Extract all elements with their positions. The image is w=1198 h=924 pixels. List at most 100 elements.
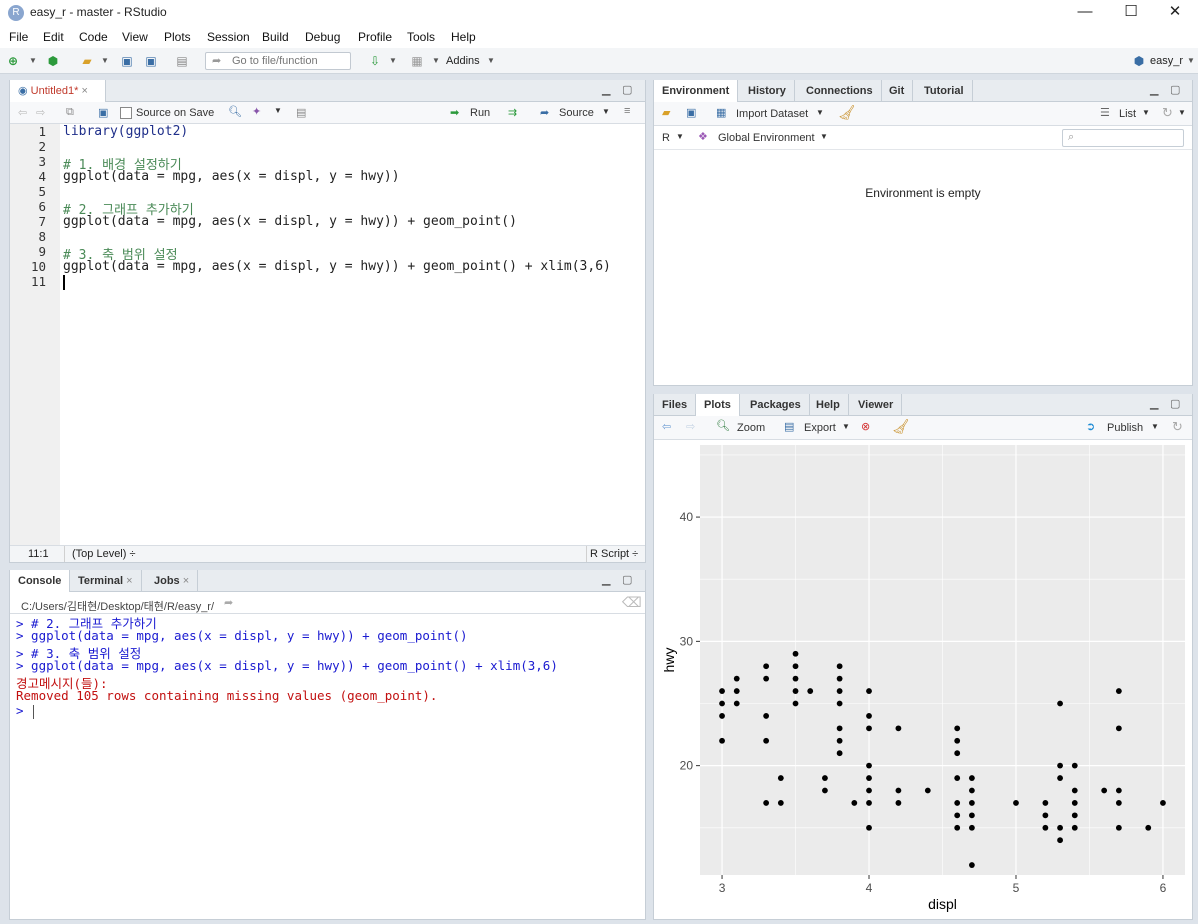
new-project-icon[interactable]: ⬢ — [46, 54, 60, 68]
tab-git[interactable]: Git — [881, 80, 914, 102]
next-plot-icon[interactable]: ⇨ — [686, 420, 695, 433]
chevron-down-icon[interactable]: ▼ — [820, 132, 828, 141]
menu-profile[interactable]: Profile — [358, 30, 392, 44]
maximize-pane-icon[interactable]: ▢ — [622, 83, 632, 96]
chevron-down-icon[interactable]: ▼ — [274, 106, 282, 115]
chevron-down-icon[interactable]: ▼ — [816, 108, 824, 117]
tab-console[interactable]: Console — [10, 570, 71, 593]
scope-selector[interactable]: Global Environment — [718, 132, 815, 144]
language-selector[interactable]: R — [662, 132, 670, 144]
search-icon[interactable]: 🔍︎ — [228, 105, 242, 118]
project-menu[interactable]: easy_r — [1150, 55, 1183, 67]
rerun-icon[interactable]: ⇉ — [508, 106, 517, 119]
minimize-pane-icon[interactable]: ▁ — [602, 573, 610, 586]
new-file-icon[interactable]: ⊕ — [6, 54, 20, 68]
minimize-pane-icon[interactable]: ▁ — [602, 83, 610, 96]
minimize-pane-icon[interactable]: ▁ — [1150, 397, 1158, 410]
back-arrow-icon[interactable]: ⇦ — [18, 106, 27, 119]
list-view-selector[interactable]: List — [1119, 108, 1136, 120]
tab-environment[interactable]: Environment — [654, 80, 739, 103]
source-button[interactable]: Source — [559, 107, 594, 119]
run-button[interactable]: Run — [470, 107, 490, 119]
refresh-icon[interactable]: ↻ — [1172, 419, 1183, 435]
tab-connections[interactable]: Connections — [798, 80, 882, 102]
source-on-save-checkbox[interactable] — [120, 107, 132, 119]
broom-icon[interactable]: 🧹︎ — [838, 104, 856, 121]
clear-console-icon[interactable]: ⌫ — [622, 594, 642, 611]
chevron-down-icon[interactable]: ▼ — [602, 107, 610, 116]
publish-button[interactable]: Publish — [1107, 422, 1143, 434]
tab-jobs[interactable]: Jobs × — [146, 570, 199, 592]
tab-files[interactable]: Files — [654, 394, 697, 416]
tab-help[interactable]: Help — [808, 394, 849, 416]
tab-untitled1[interactable]: ◉ Untitled1* × — [10, 80, 106, 103]
compile-report-icon[interactable]: ▤ — [296, 106, 306, 119]
addins-menu[interactable]: Addins — [446, 55, 480, 67]
maximize-pane-icon[interactable]: ▢ — [622, 573, 632, 586]
print-icon[interactable]: ▤ — [175, 54, 189, 68]
refresh-icon[interactable]: ↻ — [1162, 105, 1173, 121]
tab-terminal[interactable]: Terminal × — [70, 570, 142, 592]
tab-packages[interactable]: Packages — [742, 394, 810, 416]
document-outline-icon[interactable]: ≡ — [624, 105, 630, 117]
file-type-selector[interactable]: R Script ÷ — [590, 548, 638, 560]
save-icon[interactable]: ▣ — [120, 54, 134, 68]
menu-build[interactable]: Build — [262, 30, 289, 44]
save-workspace-icon[interactable]: ▣ — [686, 106, 696, 119]
menu-plots[interactable]: Plots — [164, 30, 191, 44]
close-tab-icon[interactable]: × — [81, 85, 87, 97]
tab-tutorial[interactable]: Tutorial — [916, 80, 973, 102]
tab-viewer[interactable]: Viewer — [850, 394, 903, 416]
chevron-down-icon[interactable]: ▼ — [429, 54, 443, 68]
broom-icon[interactable]: 🧹︎ — [892, 418, 910, 435]
menu-file[interactable]: File — [9, 30, 28, 44]
menu-help[interactable]: Help — [451, 30, 476, 44]
tab-plots[interactable]: Plots — [696, 394, 740, 417]
save-all-icon[interactable]: ▣ — [144, 54, 158, 68]
menu-code[interactable]: Code — [79, 30, 108, 44]
chevron-down-icon[interactable]: ▼ — [98, 54, 112, 68]
open-folder-icon[interactable]: ▰ — [80, 54, 94, 68]
load-workspace-icon[interactable]: ▰ — [662, 106, 670, 119]
grid-layout-icon[interactable]: ▦ — [410, 54, 424, 68]
menu-tools[interactable]: Tools — [407, 30, 435, 44]
close-window-button[interactable]: ✕ — [1152, 0, 1198, 26]
chevron-down-icon[interactable]: ▼ — [1178, 108, 1186, 117]
maximize-pane-icon[interactable]: ▢ — [1170, 83, 1180, 96]
forward-arrow-icon[interactable]: ⇨ — [36, 106, 45, 119]
show-in-window-icon[interactable]: ⧉ — [66, 106, 74, 119]
minimize-button[interactable]: — — [1062, 0, 1108, 26]
editor-pane — [9, 80, 646, 563]
remove-plot-icon[interactable]: ⊗ — [861, 420, 870, 433]
close-tab-icon[interactable]: × — [126, 575, 132, 587]
goto-file-input[interactable]: ➦ Go to file/function — [205, 52, 351, 70]
chevron-down-icon[interactable]: ▼ — [26, 54, 40, 68]
zoom-button[interactable]: Zoom — [737, 422, 765, 434]
chevron-down-icon[interactable]: ▼ — [1142, 108, 1150, 117]
run-app-icon[interactable]: ⇩ — [368, 54, 382, 68]
environment-search-input[interactable]: ⌕ — [1062, 129, 1184, 147]
maximize-pane-icon[interactable]: ▢ — [1170, 397, 1180, 410]
chevron-down-icon[interactable]: ▼ — [484, 54, 498, 68]
chevron-down-icon[interactable]: ▼ — [842, 422, 850, 431]
menu-edit[interactable]: Edit — [43, 30, 64, 44]
import-dataset-button[interactable]: Import Dataset — [736, 108, 808, 120]
maximize-button[interactable]: ☐ — [1108, 0, 1154, 26]
tab-history[interactable]: History — [740, 80, 795, 102]
scope-selector[interactable]: (Top Level) ÷ — [72, 548, 136, 560]
chevron-down-icon[interactable]: ▼ — [676, 132, 684, 141]
magic-wand-icon[interactable]: ✦ — [252, 105, 261, 118]
source-on-save-label: Source on Save — [136, 107, 215, 119]
minimize-pane-icon[interactable]: ▁ — [1150, 83, 1158, 96]
chevron-down-icon[interactable]: ▼ — [1151, 422, 1159, 431]
chevron-down-icon[interactable]: ▼ — [386, 54, 400, 68]
previous-plot-icon[interactable]: ⇦ — [662, 420, 671, 433]
chevron-down-icon[interactable]: ▼ — [1184, 54, 1198, 68]
menu-view[interactable]: View — [122, 30, 148, 44]
export-button[interactable]: Export — [804, 422, 836, 434]
menu-debug[interactable]: Debug — [305, 30, 340, 44]
go-to-directory-icon[interactable]: ➦ — [224, 596, 233, 609]
close-tab-icon[interactable]: × — [183, 575, 189, 587]
menu-session[interactable]: Session — [207, 30, 250, 44]
save-icon[interactable]: ▣ — [98, 106, 108, 119]
